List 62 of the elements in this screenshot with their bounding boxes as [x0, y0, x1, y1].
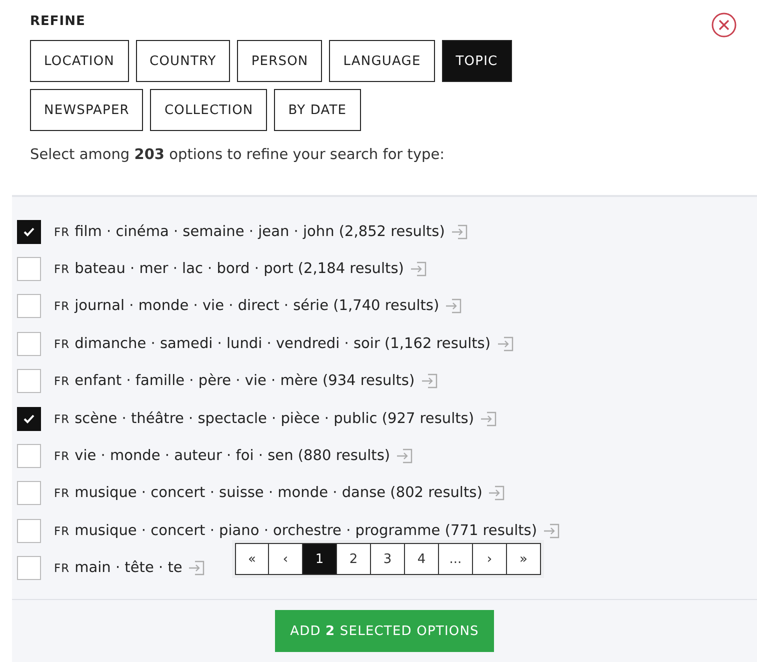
page-button[interactable]: 4 [405, 543, 439, 575]
filter-tab[interactable]: COUNTRY [136, 40, 230, 82]
checkbox[interactable] [17, 518, 41, 543]
filter-tab[interactable]: COLLECTION [150, 89, 268, 131]
enter-icon[interactable] [488, 485, 506, 502]
checkbox[interactable] [17, 444, 41, 468]
panel-title: REFINE [30, 14, 86, 29]
language-code: FR [54, 336, 70, 351]
page-button[interactable]: › [473, 543, 507, 575]
page-button[interactable]: » [507, 543, 541, 575]
checkbox[interactable] [17, 257, 41, 282]
option-label[interactable]: vie · monde · auteur · foi · sen (880 results) [74, 448, 390, 464]
filter-tab[interactable]: LOCATION [30, 40, 129, 82]
checkbox[interactable] [17, 556, 41, 580]
intro-text: Select among 203 options to refine your search for type: [30, 147, 446, 163]
filter-tab[interactable]: TOPIC [442, 40, 512, 82]
language-code: FR [54, 299, 70, 314]
filter-tab[interactable]: NEWSPAPER [30, 89, 144, 131]
language-code: FR [54, 449, 70, 464]
page-button[interactable]: « [235, 543, 269, 575]
language-code: FR [54, 262, 70, 276]
option-label[interactable]: film · cinéma · semaine · jean · john (2,852 results) [74, 224, 445, 240]
page-button[interactable]: 2 [337, 543, 371, 575]
filter-tab[interactable]: LANGUAGE [329, 40, 435, 82]
page-button[interactable]: 3 [371, 543, 405, 575]
checkbox[interactable] [17, 369, 41, 394]
checkbox[interactable] [17, 481, 41, 506]
page-button[interactable]: 1 [303, 543, 337, 575]
language-code: FR [54, 486, 70, 500]
check-icon [23, 226, 35, 237]
check-icon [23, 414, 35, 424]
language-code: FR [54, 374, 70, 388]
enter-icon[interactable] [543, 522, 560, 539]
option-label[interactable]: musique · concert · piano · orchestre · programme (771 results) [74, 522, 538, 539]
filter-tab[interactable]: BY DATE [274, 89, 361, 131]
enter-icon[interactable] [480, 410, 498, 427]
option-label[interactable]: dimanche · samedi · lundi · vendredi · soir (1,162 results) [74, 336, 491, 352]
filter-tab[interactable]: PERSON [237, 40, 322, 82]
checkbox[interactable] [17, 294, 41, 318]
close-icon[interactable] [711, 12, 737, 38]
enter-icon[interactable] [188, 560, 206, 576]
option-label[interactable]: bateau · mer · lac · bord · port (2,184 results) [74, 261, 404, 278]
language-code: FR [54, 412, 70, 426]
checkbox[interactable] [17, 332, 41, 356]
language-code: FR [54, 524, 70, 538]
option-label[interactable]: enfant · famille · père · vie · mère (934 results) [74, 373, 415, 390]
page-button[interactable]: ... [439, 543, 473, 575]
option-label[interactable]: musique · concert · suisse · monde · danse (802 results) [74, 485, 482, 502]
page-button[interactable]: ‹ [269, 543, 303, 575]
option-label[interactable]: scène · théâtre · spectacle · pièce · public (927 results) [74, 410, 474, 427]
checkbox[interactable] [17, 406, 41, 431]
enter-icon[interactable] [445, 298, 462, 314]
option-label[interactable]: journal · monde · vie · direct · série (1,740 results) [74, 298, 440, 314]
option-label[interactable]: main · tête · te [74, 560, 182, 576]
language-code: FR [54, 561, 70, 576]
enter-icon[interactable] [450, 224, 468, 240]
enter-icon[interactable] [496, 336, 514, 352]
checkbox[interactable] [17, 220, 41, 244]
enter-icon[interactable] [410, 261, 427, 278]
enter-icon[interactable] [396, 448, 414, 464]
enter-icon[interactable] [420, 373, 438, 390]
language-code: FR [54, 224, 70, 239]
